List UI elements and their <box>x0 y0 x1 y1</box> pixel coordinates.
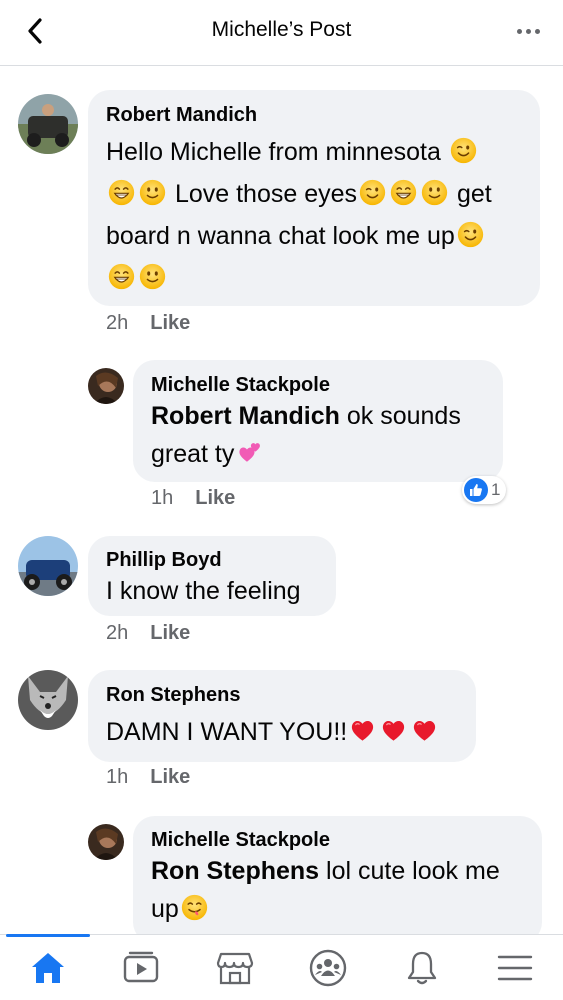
like-button[interactable]: Like <box>195 487 235 509</box>
yum-face-emoji-icon <box>181 894 208 921</box>
avatar-image <box>88 368 124 404</box>
bottom-tab-bar <box>0 934 563 1000</box>
reply-author[interactable]: Michelle Stackpole <box>151 374 330 397</box>
notifications-icon <box>407 951 437 985</box>
winking-face-emoji-icon <box>450 137 477 164</box>
reaction-summary[interactable]: 1 <box>462 476 507 504</box>
reply-text-line: lol cute look me <box>319 857 500 885</box>
tab-watch[interactable] <box>95 935 187 1000</box>
tab-groups[interactable] <box>282 935 374 1000</box>
avatar[interactable] <box>88 368 124 404</box>
top-bar: Michelle’s Post <box>0 0 563 66</box>
reply-text: Ron Stephens lol cute look me up <box>151 852 531 928</box>
comment-timestamp: 2h <box>106 312 129 334</box>
comment-meta: 2h Like <box>106 622 190 645</box>
mention-link[interactable]: Ron Stephens <box>151 857 319 885</box>
watch-icon <box>123 951 159 983</box>
winking-face-emoji-icon <box>457 221 484 248</box>
more-dot-icon <box>516 28 522 34</box>
more-dot-icon <box>525 28 531 34</box>
mention-link[interactable]: Robert Mandich <box>151 402 340 430</box>
like-button[interactable]: Like <box>150 766 190 788</box>
avatar[interactable] <box>88 824 124 860</box>
winking-face-emoji-icon <box>359 179 386 206</box>
home-icon <box>32 953 64 983</box>
red-heart-emoji-icon <box>349 717 376 744</box>
reply-timestamp: 1h <box>151 487 174 509</box>
reply-text: Robert Mandich ok sounds great ty <box>151 397 491 473</box>
avatar-image <box>88 824 124 860</box>
reply-text-line: ok sounds <box>339 402 461 430</box>
comment-timestamp: 1h <box>106 766 129 788</box>
like-button[interactable]: Like <box>150 622 190 644</box>
reply-text-line: great ty <box>151 440 235 468</box>
avatar-image <box>18 670 78 730</box>
comment-text: I know the feeling <box>106 577 301 605</box>
groups-icon <box>309 949 347 987</box>
comment-meta: 2h Like <box>106 312 190 335</box>
comment-text-line: board n wanna chat look me up <box>106 222 455 250</box>
avatar[interactable] <box>18 670 78 730</box>
reply-text-line: up <box>151 895 179 923</box>
page-title: Michelle’s Post <box>211 18 352 41</box>
tab-notifications[interactable] <box>376 935 468 1000</box>
tab-marketplace[interactable] <box>189 935 281 1000</box>
comment-text: Hello Michelle from minnesota Love those… <box>106 131 526 299</box>
menu-icon <box>497 955 533 981</box>
avatar[interactable] <box>18 94 78 154</box>
reply-meta: 1h Like <box>151 487 235 510</box>
smiling-face-emoji-icon <box>139 263 166 290</box>
comment-author[interactable]: Ron Stephens <box>106 684 240 707</box>
comment-author[interactable]: Robert Mandich <box>106 104 257 127</box>
like-button[interactable]: Like <box>150 312 190 334</box>
avatar[interactable] <box>18 536 78 596</box>
grinning-face-emoji-icon <box>108 179 135 206</box>
like-reaction-icon <box>464 478 488 502</box>
smiling-face-emoji-icon <box>421 179 448 206</box>
comments-list: Robert Mandich Hello Michelle from minne… <box>0 66 563 934</box>
more-options-button[interactable] <box>513 18 543 44</box>
red-heart-emoji-icon <box>380 717 407 744</box>
red-heart-emoji-icon <box>411 717 438 744</box>
avatar-image <box>18 536 78 596</box>
comment-text-line: Hello Michelle from minnesota <box>106 138 441 166</box>
comment-text-line: DAMN I WANT YOU!! <box>106 718 348 746</box>
comment-meta: 1h Like <box>106 766 190 789</box>
comment-text: DAMN I WANT YOU!! <box>106 711 440 753</box>
comment-author[interactable]: Phillip Boyd <box>106 549 222 572</box>
grinning-face-emoji-icon <box>390 179 417 206</box>
reply-author[interactable]: Michelle Stackpole <box>151 829 330 852</box>
more-dot-icon <box>534 28 540 34</box>
marketplace-icon <box>216 952 254 985</box>
tab-menu[interactable] <box>469 935 561 1000</box>
comment-text-line: Love those eyes <box>168 180 358 208</box>
avatar-image <box>18 94 78 154</box>
comment-text-line: get <box>450 180 492 208</box>
two-hearts-emoji-icon <box>236 439 263 466</box>
grinning-face-emoji-icon <box>108 263 135 290</box>
tab-home[interactable] <box>2 935 94 1000</box>
comment-timestamp: 2h <box>106 622 129 644</box>
reaction-count: 1 <box>491 480 501 499</box>
smiling-face-emoji-icon <box>139 179 166 206</box>
